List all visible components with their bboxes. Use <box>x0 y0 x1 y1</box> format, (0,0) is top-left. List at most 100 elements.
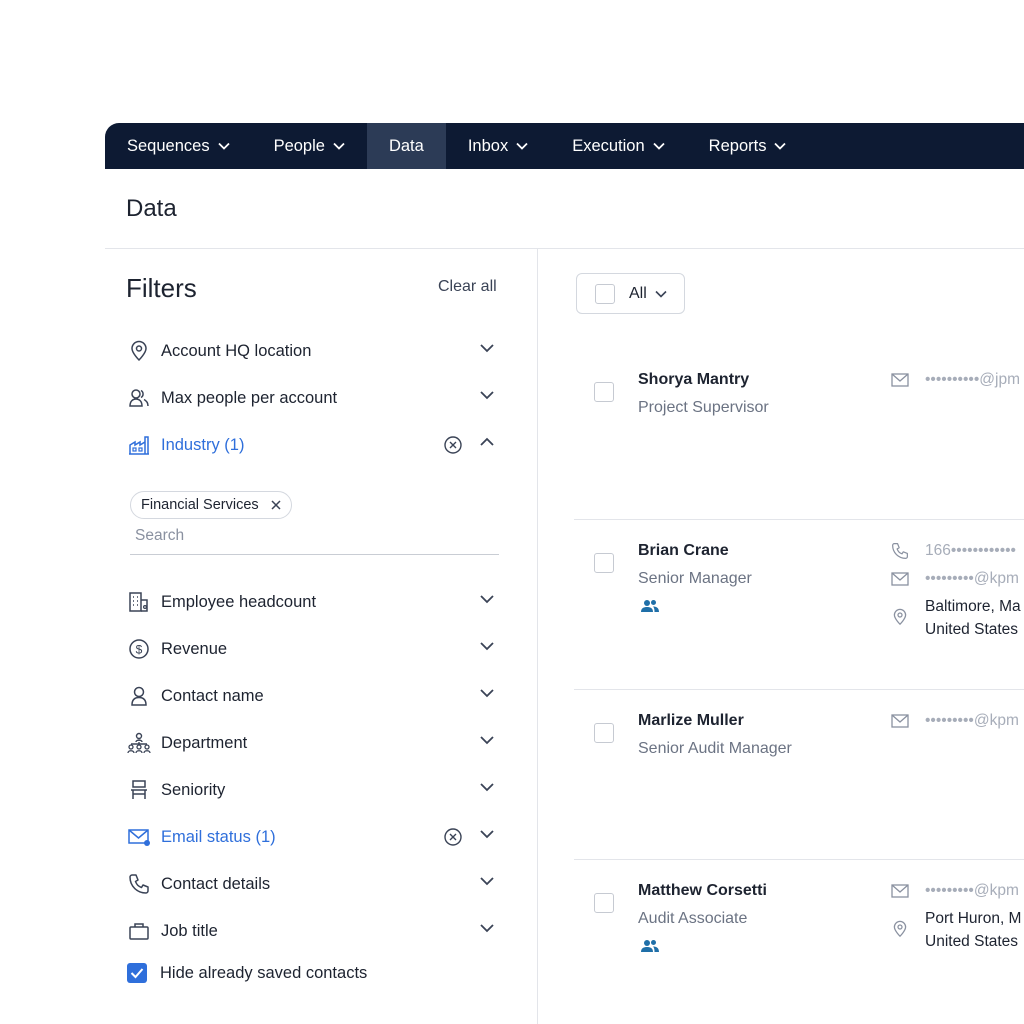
chevron-down-icon <box>333 142 345 150</box>
filter-contact-name[interactable]: Contact name <box>127 681 499 711</box>
clear-all-link[interactable]: Clear all <box>438 278 497 296</box>
phone-icon <box>889 540 911 562</box>
contact-row-checkbox[interactable] <box>594 382 614 402</box>
phone-icon <box>127 872 151 896</box>
chevron-down-icon <box>774 142 787 150</box>
contact-row-checkbox[interactable] <box>594 723 614 743</box>
filter-max-people-per-account[interactable]: Max people per account <box>127 383 499 413</box>
chevron-down-icon <box>480 689 494 698</box>
chevron-down-icon <box>653 142 665 150</box>
panel-divider <box>537 249 538 1024</box>
row-divider <box>574 519 1024 520</box>
filter-industry[interactable]: Industry (1) <box>127 430 499 460</box>
chevron-down-icon <box>217 142 230 150</box>
filter-label: Contact name <box>161 686 264 705</box>
filter-seniority[interactable]: Seniority <box>127 775 499 805</box>
building-icon <box>127 590 151 614</box>
email-icon <box>889 568 911 590</box>
team-icon <box>641 599 659 618</box>
select-all-label: All <box>629 284 647 302</box>
nav-label: Reports <box>708 136 767 155</box>
chevron-down-icon <box>480 830 494 839</box>
filter-account-hq-location[interactable]: Account HQ location <box>127 336 499 366</box>
app-window: Sequences People Data Inbox Execution Re… <box>105 123 1024 1024</box>
org-chart-icon <box>127 731 151 755</box>
nav-label: Inbox <box>467 136 509 155</box>
filter-department[interactable]: Department <box>127 728 499 758</box>
select-all-dropdown[interactable]: All <box>576 273 685 314</box>
contact-phone[interactable]: 166•••••••••••• <box>925 542 1016 560</box>
contact-email[interactable]: ••••••••••@jpm <box>925 371 1020 389</box>
industry-search-input[interactable] <box>135 523 495 549</box>
contact-title: Senior Manager <box>638 570 752 587</box>
dollar-icon: $ <box>127 637 151 661</box>
top-nav: Sequences People Data Inbox Execution Re… <box>105 123 1024 169</box>
contact-location-country: United States <box>925 933 1019 950</box>
person-icon <box>127 684 151 708</box>
nav-label: Execution <box>572 136 645 155</box>
contact-title: Senior Audit Manager <box>638 740 792 757</box>
hide-saved-contacts-toggle[interactable]: Hide already saved contacts <box>127 963 367 983</box>
nav-reports[interactable]: Reports <box>687 123 809 169</box>
header-divider <box>105 248 1024 249</box>
contact-location-city: Port Huron, M <box>925 910 1022 927</box>
filters-heading: Filters <box>126 273 197 303</box>
seniority-icon <box>127 778 151 802</box>
location-pin-icon <box>127 339 151 363</box>
industry-chip: Financial Services <box>130 491 292 519</box>
clear-filter-icon[interactable] <box>443 435 463 455</box>
chevron-up-icon <box>480 437 494 446</box>
contact-email[interactable]: •••••••••@kpm <box>925 570 1019 588</box>
filter-contact-details[interactable]: Contact details <box>127 869 499 899</box>
filter-email-status[interactable]: Email status (1) <box>127 822 499 852</box>
nav-data[interactable]: Data <box>366 123 446 169</box>
filter-label: Account HQ location <box>161 341 312 360</box>
nav-people[interactable]: People <box>252 123 367 169</box>
checkbox-checked-icon[interactable] <box>127 963 147 983</box>
people-icon <box>127 386 151 410</box>
nav-execution[interactable]: Execution <box>550 123 686 169</box>
filter-revenue[interactable]: $ Revenue <box>127 634 499 664</box>
chevron-down-icon <box>480 344 494 353</box>
contact-name[interactable]: Shorya Mantry <box>638 371 749 389</box>
email-icon <box>889 369 911 391</box>
location-pin-icon <box>889 606 911 628</box>
filter-label: Seniority <box>161 780 226 799</box>
contact-name[interactable]: Marlize Muller <box>638 712 744 730</box>
filter-job-title[interactable]: Job title <box>127 916 499 946</box>
chevron-down-icon <box>480 642 494 651</box>
filter-label: Job title <box>161 921 218 940</box>
nav-label: People <box>273 136 325 155</box>
contact-email[interactable]: •••••••••@kpm <box>925 882 1019 900</box>
close-icon[interactable] <box>271 500 281 510</box>
nav-inbox[interactable]: Inbox <box>446 123 550 169</box>
chevron-down-icon <box>480 924 494 933</box>
page-title: Data <box>126 195 177 222</box>
chevron-down-icon <box>480 736 494 745</box>
contact-location-country: United States <box>925 621 1019 638</box>
factory-icon <box>127 433 151 457</box>
contact-name[interactable]: Matthew Corsetti <box>638 882 767 900</box>
chip-label: Financial Services <box>141 497 259 513</box>
contact-row-checkbox[interactable] <box>594 893 614 913</box>
clear-filter-icon[interactable] <box>443 827 463 847</box>
filter-label: Department <box>161 733 248 752</box>
contact-row-checkbox[interactable] <box>594 553 614 573</box>
chevron-down-icon <box>516 142 528 150</box>
row-divider <box>574 689 1024 690</box>
filter-label: Contact details <box>161 874 271 893</box>
nav-label: Sequences <box>127 136 210 155</box>
nav-sequences[interactable]: Sequences <box>105 123 252 169</box>
chevron-down-icon <box>480 595 494 604</box>
contact-email[interactable]: •••••••••@kpm <box>925 712 1019 730</box>
select-all-checkbox[interactable] <box>595 283 615 304</box>
filter-label: Revenue <box>161 639 228 658</box>
chevron-down-icon <box>655 290 667 298</box>
contact-name[interactable]: Brian Crane <box>638 542 729 560</box>
contact-location-city: Baltimore, Ma <box>925 598 1021 615</box>
row-divider <box>574 859 1024 860</box>
filter-employee-headcount[interactable]: Employee headcount <box>127 587 499 617</box>
chevron-down-icon <box>480 877 494 886</box>
search-underline <box>130 554 499 555</box>
team-icon <box>641 939 659 958</box>
